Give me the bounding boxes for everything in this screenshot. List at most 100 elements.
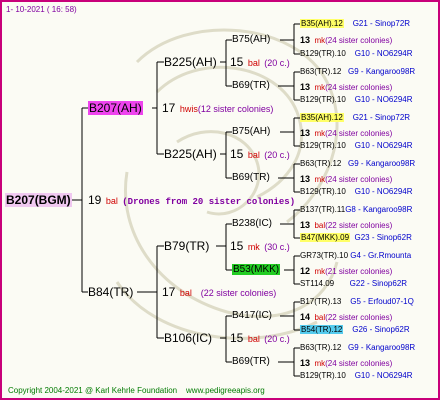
- gen4-top-6[interactable]: GR73(TR).10 G4 - Gr.Rmounta: [300, 250, 411, 262]
- gen4-bot-1-loc: G10 - NO6294R: [354, 49, 413, 58]
- gen2-queen-1[interactable]: B225(AH): [164, 56, 217, 68]
- gen3-queen-7[interactable]: B417(IC): [232, 310, 272, 322]
- gen4-drones-1-count: 13: [300, 35, 311, 45]
- gen4-bot-6-name: ST114.09: [300, 279, 335, 288]
- gen1-drones-1-unit: hwis: [179, 104, 198, 114]
- gen2-drones-2-note: (20 c.): [264, 150, 290, 160]
- gen2-drones-2-unit: bal: [247, 150, 260, 160]
- gen4-drones-2: 13 mk(24 sister colonies): [300, 80, 392, 94]
- gen4-top-2-name: B63(TR).12: [300, 67, 342, 76]
- gen4-top-5[interactable]: B137(TR).11G8 - Kangaroo98R: [300, 204, 412, 216]
- gen4-top-8[interactable]: B63(TR).12 G9 - Kangaroo98R: [300, 342, 415, 354]
- gen4-drones-3-unit: mk: [314, 129, 326, 138]
- gen4-drones-8-unit: mk: [314, 359, 326, 368]
- gen4-drones-6-note: (21 sister colonies): [325, 267, 393, 276]
- gen4-bot-8[interactable]: B129(TR).10 G10 - NO6294R: [300, 370, 413, 382]
- root-queen-name: B207(BGM): [5, 193, 72, 207]
- root-queen[interactable]: B207(BGM): [5, 193, 72, 207]
- gen4-drones-7-note: (22 sister colonies): [325, 313, 393, 322]
- gen3-queen-2[interactable]: B69(TR): [232, 80, 270, 92]
- root-drones: 19 bal (Drones from 20 sister colonies): [88, 194, 295, 208]
- gen4-bot-3-loc: G10 - NO6294R: [354, 141, 413, 150]
- gen4-top-1-name: B35(AH).12: [300, 19, 344, 28]
- gen4-drones-5-count: 13: [300, 220, 311, 230]
- gen4-top-7-name: B17(TR).13: [300, 297, 342, 306]
- gen4-top-3[interactable]: B35(AH).12 G21 - Sinop72R: [300, 112, 410, 124]
- gen4-bot-4-loc: G10 - NO6294R: [354, 187, 413, 196]
- gen2-drones-4-count: 15: [230, 331, 244, 345]
- gen4-bot-1[interactable]: B129(TR).10 G10 - NO6294R: [300, 48, 413, 60]
- gen3-queen-6-name: B53(MKK): [232, 264, 281, 275]
- gen3-queen-8[interactable]: B69(TR): [232, 356, 270, 368]
- gen4-top-8-name: B63(TR).12: [300, 343, 342, 352]
- root-drones-count: 19: [88, 193, 102, 207]
- gen4-bot-3-name: B129(TR).10: [300, 141, 346, 150]
- gen2-queen-4[interactable]: B106(IC): [164, 332, 212, 344]
- gen2-drones-3-note: (30 c.): [264, 242, 290, 252]
- gen3-queen-6[interactable]: B53(MKK): [232, 264, 281, 276]
- gen4-bot-4-name: B129(TR).10: [300, 187, 346, 196]
- gen2-drones-4: 15 bal (20 c.): [230, 332, 290, 345]
- gen4-drones-2-count: 13: [300, 82, 311, 92]
- gen4-drones-6-unit: mk: [314, 267, 326, 276]
- gen4-bot-5-loc: G23 - Sinop62R: [354, 233, 412, 242]
- gen1-queen-1-name: B207(AH): [88, 101, 143, 115]
- gen4-drones-5: 13 bal(22 sister colonies): [300, 218, 392, 232]
- gen2-drones-4-note: (20 c.): [264, 334, 290, 344]
- gen2-drones-3: 15 mk (30 c.): [230, 240, 290, 253]
- gen4-drones-8: 13 mk(24 sister colonies): [300, 356, 392, 370]
- gen4-top-3-loc: G21 - Sinop72R: [352, 113, 411, 122]
- gen4-bot-3[interactable]: B129(TR).10 G10 - NO6294R: [300, 140, 413, 152]
- gen4-bot-8-name: B129(TR).10: [300, 371, 346, 380]
- gen4-bot-2-loc: G10 - NO6294R: [354, 95, 413, 104]
- pedigree-frame: 1- 10-2021 ( 16: 58) B207(BGM) 19 bal (D…: [0, 0, 440, 400]
- gen3-queen-3[interactable]: B75(AH): [232, 126, 270, 138]
- gen4-drones-8-note: (24 sister colonies): [325, 359, 393, 368]
- gen2-drones-1-unit: bal: [247, 58, 260, 68]
- gen3-queen-5[interactable]: B238(IC): [232, 218, 272, 230]
- gen4-top-8-loc: G9 - Kangaroo98R: [348, 343, 416, 352]
- gen4-drones-1-unit: mk: [314, 36, 326, 45]
- gen2-drones-1-note: (20 c.): [264, 58, 290, 68]
- gen3-queen-4[interactable]: B69(TR): [232, 172, 270, 184]
- gen1-drones-2: 17 bal (22 sister colonies): [162, 286, 276, 299]
- gen4-drones-7: 14 bal(22 sister colonies): [300, 310, 392, 324]
- gen4-bot-5-name: B47(MKK).09: [300, 233, 351, 242]
- gen1-drones-1-count: 17: [162, 101, 176, 115]
- gen4-top-7[interactable]: B17(TR).13 G5 - Erfoud07-1Q: [300, 296, 414, 308]
- gen4-drones-2-note: (24 sister colonies): [325, 83, 393, 92]
- gen4-bot-1-name: B129(TR).10: [300, 49, 346, 58]
- gen4-drones-4: 13 mk(24 sister colonies): [300, 172, 392, 186]
- gen4-bot-7-name: B54(TR).12: [300, 325, 344, 334]
- gen4-bot-5[interactable]: B47(MKK).09 G23 - Sinop62R: [300, 232, 412, 244]
- gen2-drones-3-unit: mk: [247, 242, 260, 252]
- footer-link[interactable]: www.pedigreeapis.org: [186, 386, 265, 395]
- gen2-drones-4-unit: bal: [247, 334, 260, 344]
- gen2-drones-1-count: 15: [230, 55, 244, 69]
- gen4-drones-5-note: (22 sister colonies): [325, 221, 393, 230]
- gen4-top-6-name: GR73(TR).10: [300, 251, 349, 260]
- gen4-bot-6[interactable]: ST114.09 G22 - Sinop62R: [300, 278, 407, 290]
- root-drones-note: (Drones from 20 sister colonies): [122, 197, 296, 207]
- gen2-queen-3[interactable]: B79(TR): [164, 240, 209, 252]
- gen4-bot-6-loc: G22 - Sinop62R: [349, 279, 408, 288]
- gen4-bot-4[interactable]: B129(TR).10 G10 - NO6294R: [300, 186, 413, 198]
- gen4-bot-2[interactable]: B129(TR).10 G10 - NO6294R: [300, 94, 413, 106]
- gen4-bot-8-loc: G10 - NO6294R: [354, 371, 413, 380]
- gen4-top-1[interactable]: B35(AH).12 G21 - Sinop72R: [300, 18, 410, 30]
- gen4-drones-1: 13 mk(24 sister colonies): [300, 33, 392, 47]
- gen4-top-4[interactable]: B63(TR).12 G9 - Kangaroo98R: [300, 158, 415, 170]
- gen2-queen-2[interactable]: B225(AH): [164, 148, 217, 160]
- gen3-queen-1[interactable]: B75(AH): [232, 34, 270, 46]
- gen1-queen-2[interactable]: B84(TR): [88, 286, 133, 298]
- gen4-drones-4-note: (24 sister colonies): [325, 175, 393, 184]
- gen4-drones-1-note: (24 sister colonies): [325, 36, 393, 45]
- gen1-drones-1: 17 hwis(12 sister colonies): [162, 102, 273, 115]
- gen4-bot-7[interactable]: B54(TR).12 G26 - Sinop62R: [300, 324, 410, 336]
- gen4-top-2[interactable]: B63(TR).12 G9 - Kangaroo98R: [300, 66, 415, 78]
- gen4-drones-6: 12 mk(21 sister colonies): [300, 264, 392, 278]
- gen4-drones-4-count: 13: [300, 174, 311, 184]
- gen4-top-7-loc: G5 - Erfoud07-1Q: [350, 297, 414, 306]
- gen4-top-6-loc: G4 - Gr.Rmounta: [350, 251, 412, 260]
- gen1-queen-1[interactable]: B207(AH): [88, 101, 143, 115]
